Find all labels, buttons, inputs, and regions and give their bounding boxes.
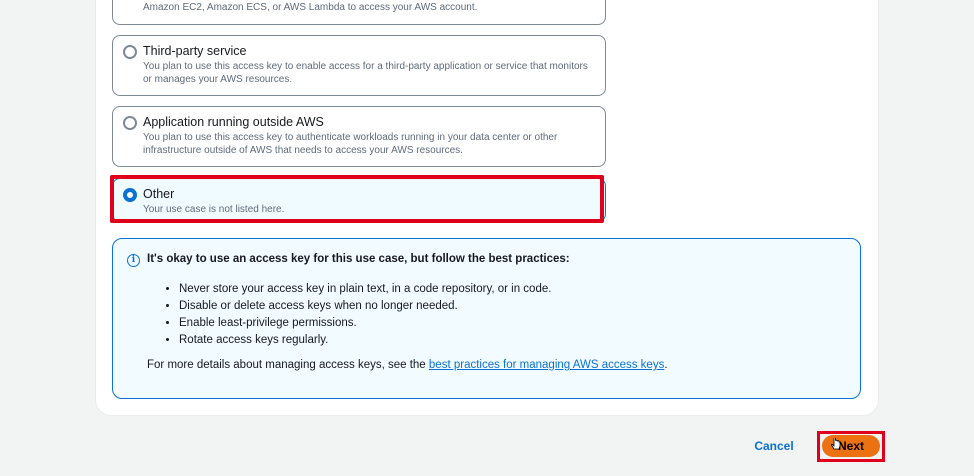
info-icon: i bbox=[127, 254, 140, 267]
radio-third-party-service[interactable] bbox=[123, 45, 137, 59]
option-title: Third-party service bbox=[143, 44, 247, 58]
cancel-button[interactable]: Cancel bbox=[746, 437, 802, 455]
radio-other[interactable] bbox=[123, 188, 137, 202]
best-practices-alert: i It's okay to use an access key for thi… bbox=[112, 238, 861, 399]
option-description: You plan to use this access key to enabl… bbox=[143, 61, 588, 85]
list-item: Enable least-privilege permissions. bbox=[179, 315, 551, 332]
option-title: Other bbox=[143, 187, 175, 201]
option-compute-service[interactable]: Amazon EC2, Amazon ECS, or AWS Lambda to… bbox=[112, 0, 606, 25]
best-practices-link[interactable]: best practices for managing AWS access k… bbox=[429, 359, 664, 371]
option-description: You plan to use this access key to authe… bbox=[143, 132, 558, 156]
option-application-outside-aws[interactable]: Application running outside AWS You plan… bbox=[112, 106, 606, 167]
best-practices-list: Never store your access key in plain tex… bbox=[179, 281, 551, 349]
alert-title: It's okay to use an access key for this … bbox=[147, 253, 570, 265]
next-button[interactable]: Next bbox=[822, 435, 880, 457]
list-item: Never store your access key in plain tex… bbox=[179, 281, 551, 298]
option-description: Your use case is not listed here. bbox=[143, 204, 285, 215]
option-other[interactable]: Other Your use case is not listed here. bbox=[112, 178, 606, 222]
footer-suffix: . bbox=[664, 359, 668, 371]
footer-prefix: For more details about managing access k… bbox=[147, 359, 429, 371]
option-description: Amazon EC2, Amazon ECS, or AWS Lambda to… bbox=[143, 2, 478, 13]
list-item: Disable or delete access keys when no lo… bbox=[179, 298, 551, 315]
list-item: Rotate access keys regularly. bbox=[179, 332, 551, 349]
option-third-party-service[interactable]: Third-party service You plan to use this… bbox=[112, 35, 606, 96]
option-title: Application running outside AWS bbox=[143, 115, 324, 129]
radio-application-outside-aws[interactable] bbox=[123, 116, 137, 130]
alert-footer: For more details about managing access k… bbox=[147, 359, 668, 371]
